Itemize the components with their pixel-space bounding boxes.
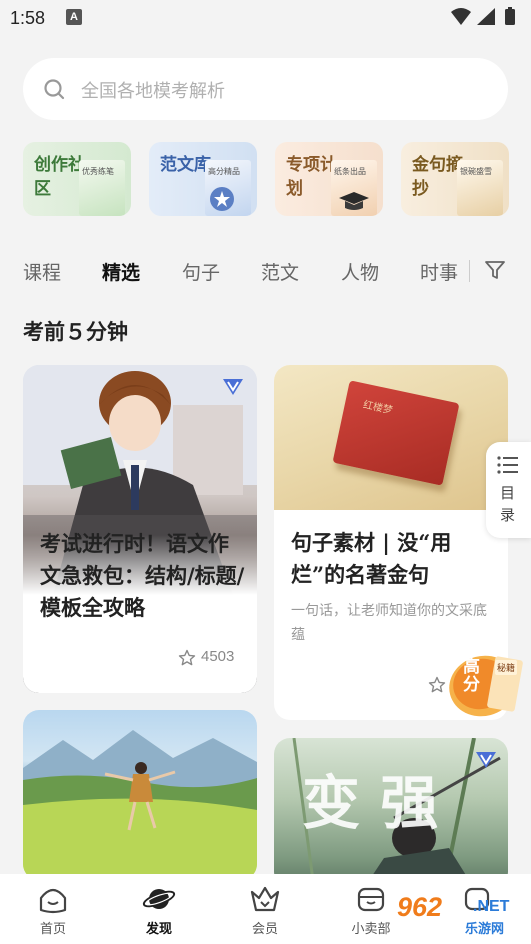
card-title: 考试进行时！语文作文急救包：结构/标题/模板全攻略 [40,531,245,620]
quick-card-essay-library[interactable]: 范文库 高分精品 [149,142,257,216]
home-icon [39,888,67,914]
search-placeholder: 全国各地模考解析 [81,81,225,102]
article-card[interactable] [23,710,257,880]
tab-divider [469,260,470,282]
signal-icon [477,8,495,25]
book-cover-label: 银碗盛雪 [460,167,492,176]
search-icon [44,79,65,100]
list-icon [497,456,518,474]
tab-featured[interactable]: 精选 [102,258,140,285]
nav-label: 发现 [145,922,172,937]
status-time: 1:58 [10,8,46,28]
nav-discover[interactable]: 发现 [124,884,194,940]
promo-secret-badge[interactable]: 高分 秘籍 [445,644,525,724]
table-of-contents-button[interactable]: 目录 [486,442,531,538]
status-bar: 1:58 A [0,0,531,40]
girl-in-meadow-image [23,710,257,880]
wifi-icon [451,8,471,25]
notification-icon: A [66,9,82,25]
card-description: 一句话，让老师知道你的文采底蕴 [291,603,487,643]
book-cover-image: 银碗盛雪 [457,160,503,216]
article-card[interactable]: 变 强 [274,738,508,888]
watermark-name: 乐游网 [465,922,505,937]
store-icon [357,887,385,912]
search-bar[interactable]: 全国各地模考解析 [23,58,508,120]
quick-card-community[interactable]: 创作社区 优秀练笔 [23,142,131,216]
vip-badge-icon [223,379,243,395]
promo-subtitle: 秘籍 [495,660,518,675]
red-book-image: 红楼梦 [274,365,508,510]
section-title: 考前５分钟 [23,319,128,344]
card-title: 句子素材 | 没“用烂”的名著金句 [291,530,452,587]
nav-membership[interactable]: 会员 [230,884,300,940]
nav-label: 首页 [39,922,66,937]
nav-label: 会员 [251,922,278,937]
toc-label: 目录 [500,484,516,524]
book-cover-image: 纸条出品 [331,160,377,216]
favorite-star-icon[interactable] [178,649,196,667]
status-icons [449,6,521,28]
book-cover-image: 优秀练笔 [79,160,125,216]
book-cover-label: 红楼梦 [361,399,394,417]
graduation-cap-icon [339,192,369,210]
planet-icon [142,889,176,909]
quick-card-special-plan[interactable]: 专项计划 纸条出品 [275,142,383,216]
book-cover-image: 高分精品 [205,160,251,216]
book-cover-label: 优秀练笔 [82,167,114,176]
star-badge-icon [210,187,234,211]
favorite-star-icon[interactable] [428,676,446,694]
battery-icon [505,7,515,25]
site-watermark: 962 .NET 乐游网 [393,890,531,940]
watermark-number: 962 [397,892,443,922]
tab-people[interactable]: 人物 [341,258,379,285]
crown-icon [250,886,280,912]
calligraphy-text: 变 强 [302,769,439,837]
tab-current-events[interactable]: 时事 [420,258,458,285]
favorite-count: 4503 [201,648,235,665]
article-card[interactable]: 考试进行时！语文作文急救包：结构/标题/模板全攻略 4503 [23,365,257,693]
book-cover-label: 纸条出品 [334,167,366,176]
category-tabs: 课程 精选 句子 范文 人物 时事 [0,248,531,292]
book-cover-label: 高分精品 [208,167,240,176]
quick-card-golden-quotes[interactable]: 金句摘抄 银碗盛雪 [401,142,509,216]
swordsman-bamboo-image: 变 强 [274,738,508,888]
nav-home[interactable]: 首页 [18,884,88,940]
tab-essays[interactable]: 范文 [261,258,299,285]
watermark-domain: .NET [473,898,510,915]
tab-courses[interactable]: 课程 [23,258,61,285]
red-book-cover: 红楼梦 [332,380,460,486]
vip-badge-icon [476,752,496,768]
tab-sentences[interactable]: 句子 [182,258,220,285]
promo-title: 高分 [463,657,480,695]
filter-icon[interactable] [483,258,507,282]
